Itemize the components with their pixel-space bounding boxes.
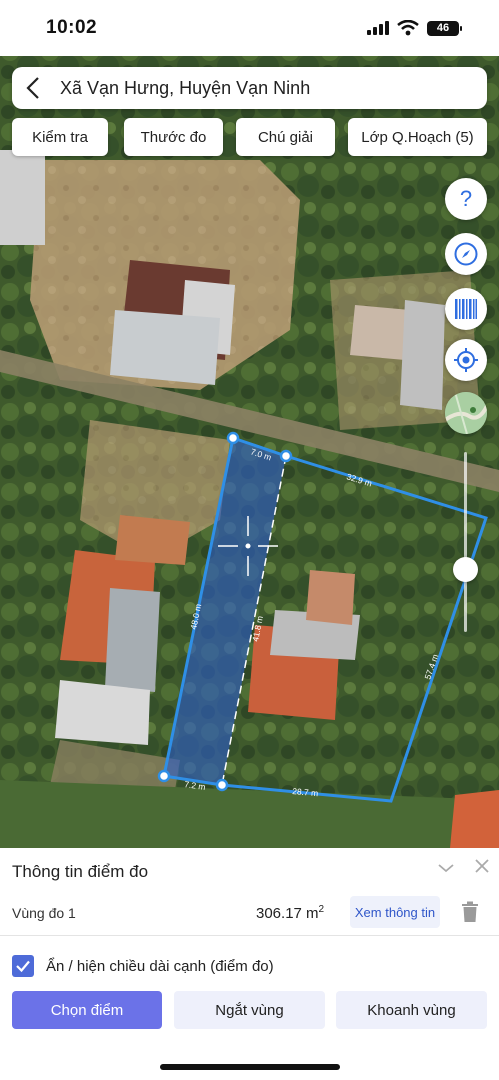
back-button[interactable] [26,75,48,101]
chevron-down-icon[interactable] [436,858,456,878]
enclose-zone-button[interactable]: Khoanh vùng [336,991,487,1029]
toggle-label: Ẩn / hiện chiều dài cạnh (điểm đo) [46,957,274,975]
edge-label: 7.0 m [249,446,272,462]
locate-button[interactable] [445,339,487,381]
barcode-button[interactable] [445,288,487,330]
battery-level: 46 [436,22,450,34]
zone-name: Vùng đo 1 [12,905,76,921]
ruler-button[interactable]: Thước đo [124,118,223,156]
edge-label: 57.4 m [422,653,440,681]
view-info-button[interactable]: Xem thông tin [350,896,440,928]
edge-label: 32.9 m [345,471,373,488]
close-icon[interactable] [472,856,492,876]
status-time: 10:02 [46,17,98,38]
map-layer-icon [445,392,487,434]
edge-label: 7.2 m [184,779,206,792]
help-icon: ? [460,187,472,211]
help-button[interactable]: ? [445,178,487,220]
zone-area: 306.17 m2 [256,904,325,922]
select-point-button[interactable]: Chọn điểm [12,991,162,1029]
compass-icon [454,242,478,266]
break-zone-button[interactable]: Ngắt vùng [174,991,325,1029]
svg-text:?: ? [460,187,472,211]
edge-length-toggle[interactable]: Ẩn / hiện chiều dài cạnh (điểm đo) [12,954,274,978]
planning-layer-button[interactable]: Lớp Q.Hoạch (5) [348,118,487,156]
chevron-left-icon [26,77,39,99]
edge-label: 28.7 m [292,786,319,798]
wifi-icon [397,20,419,36]
locate-icon [454,348,478,372]
compass-button[interactable] [445,233,487,275]
status-bar: 10:02 46 [0,0,499,56]
checkbox[interactable] [12,955,34,977]
checkmark-icon [16,960,30,973]
home-indicator [160,1064,340,1070]
zoom-slider-thumb[interactable] [453,557,478,582]
status-icons: 46 [367,20,462,36]
edge-label: 41.8 m [250,615,265,642]
trash-icon[interactable] [460,901,480,923]
location-title: Xã Vạn Hưng, Huyện Vạn Ninh [60,77,311,98]
measure-info-panel: Thông tin điểm đo Vùng đo 1 306.17 m2 Xe… [0,848,499,1080]
barcode-icon [455,299,477,319]
panel-title: Thông tin điểm đo [12,862,149,881]
map-layer-button[interactable] [445,392,487,434]
location-search-bar[interactable]: Xã Vạn Hưng, Huyện Vạn Ninh [12,67,487,109]
zone-row: Vùng đo 1 306.17 m2 Xem thông tin [0,892,499,936]
zoom-slider-track[interactable] [464,452,467,632]
signal-icon [367,21,389,35]
legend-button[interactable]: Chú giải [236,118,335,156]
edge-label: 48.0 m [188,603,203,631]
check-button[interactable]: Kiểm tra [12,118,108,156]
battery-icon: 46 [427,20,462,36]
